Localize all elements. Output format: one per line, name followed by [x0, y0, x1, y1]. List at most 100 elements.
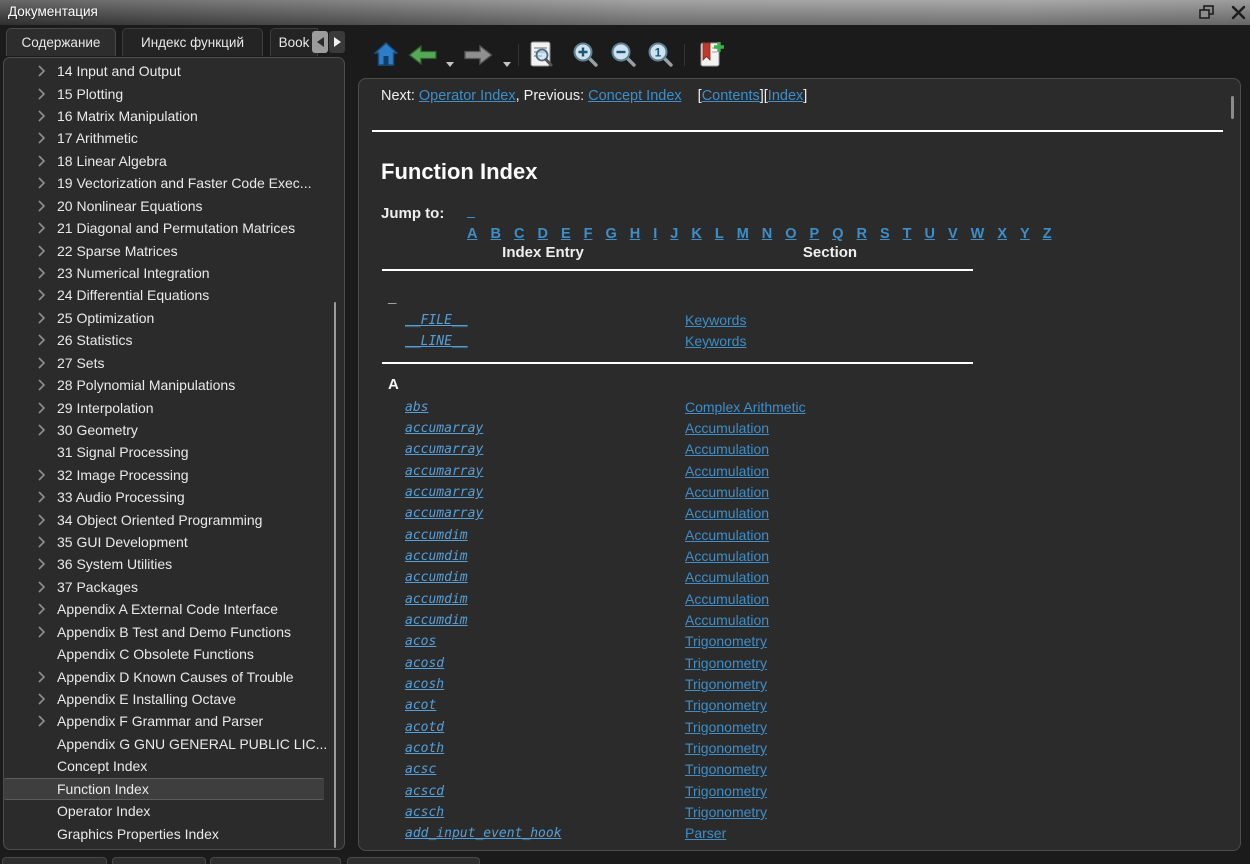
chevron-right-icon[interactable] — [37, 289, 53, 301]
zoom-original-icon[interactable]: 1 — [647, 41, 674, 73]
jump-letter-link[interactable]: X — [997, 226, 1007, 242]
chevron-right-icon[interactable] — [37, 88, 53, 100]
zoom-in-icon[interactable] — [572, 41, 599, 73]
nav-contents-link[interactable]: Contents — [702, 88, 760, 104]
sidebar-item[interactable]: Appendix C Obsolete Functions — [4, 643, 344, 665]
sidebar-item[interactable]: Appendix G GNU GENERAL PUBLIC LIC... — [4, 733, 344, 755]
section-link[interactable]: Parser — [685, 825, 726, 841]
function-link[interactable]: accumdim — [405, 592, 468, 607]
chevron-right-icon[interactable] — [37, 357, 53, 369]
section-link[interactable]: Trigonometry — [685, 697, 767, 713]
jump-letter-link[interactable]: I — [653, 226, 657, 242]
jump-letter-link[interactable]: S — [880, 226, 890, 242]
nav-next-link[interactable]: Operator Index — [419, 88, 516, 104]
chevron-right-icon[interactable] — [37, 715, 53, 727]
sidebar-item[interactable]: 22 Sparse Matrices — [4, 239, 344, 261]
function-link[interactable]: acosh — [405, 677, 444, 692]
jump-letter-link[interactable]: G — [605, 226, 616, 242]
function-link[interactable]: acot — [405, 698, 436, 713]
jump-letter-link[interactable]: H — [630, 226, 640, 242]
jump-letter-link[interactable]: Z — [1043, 226, 1052, 242]
chevron-right-icon[interactable] — [37, 379, 53, 391]
jump-letter-link[interactable]: Y — [1020, 226, 1030, 242]
forward-icon[interactable] — [463, 45, 493, 70]
sidebar-item[interactable]: 29 Interpolation — [4, 396, 344, 418]
function-link[interactable]: accumdim — [405, 528, 468, 543]
close-icon[interactable] — [1231, 5, 1247, 20]
section-link[interactable]: Keywords — [685, 333, 746, 349]
sidebar-item[interactable]: Appendix B Test and Demo Functions — [4, 621, 344, 643]
sidebar-item[interactable]: Graphics Properties Index — [4, 822, 344, 844]
sidebar-item[interactable]: Operator Index — [4, 800, 344, 822]
function-link[interactable]: acsc — [405, 762, 436, 777]
sidebar-item[interactable]: 37 Packages — [4, 576, 344, 598]
sidebar-item[interactable]: Appendix F Grammar and Parser — [4, 710, 344, 732]
chevron-right-icon[interactable] — [37, 469, 53, 481]
search-page-icon[interactable] — [528, 40, 554, 73]
chevron-right-icon[interactable] — [37, 200, 53, 212]
zoom-out-icon[interactable] — [610, 41, 637, 73]
jump-letter-link[interactable]: T — [903, 226, 912, 242]
chevron-right-icon[interactable] — [37, 693, 53, 705]
jump-letter-link[interactable]: R — [857, 226, 867, 242]
back-history-dropdown-icon[interactable] — [446, 62, 454, 67]
section-link[interactable]: Trigonometry — [685, 783, 767, 799]
sidebar-item[interactable]: 15 Plotting — [4, 82, 344, 104]
chevron-right-icon[interactable] — [37, 312, 53, 324]
nav-index-link[interactable]: Index — [768, 88, 803, 104]
function-link[interactable]: __LINE__ — [405, 334, 468, 349]
chevron-right-icon[interactable] — [37, 334, 53, 346]
home-icon[interactable] — [374, 41, 398, 72]
sidebar-item[interactable]: 28 Polynomial Manipulations — [4, 374, 344, 396]
function-link[interactable]: acos — [405, 634, 436, 649]
sidebar-item[interactable]: 36 System Utilities — [4, 553, 344, 575]
chevron-right-icon[interactable] — [37, 491, 53, 503]
section-link[interactable]: Accumulation — [685, 463, 769, 479]
tab-bookmarks[interactable]: Book — [270, 28, 318, 56]
section-link[interactable]: Accumulation — [685, 441, 769, 457]
section-link[interactable]: Complex Arithmetic — [685, 399, 806, 415]
section-link[interactable]: Accumulation — [685, 505, 769, 521]
function-link[interactable]: acotd — [405, 720, 444, 735]
bookmark-add-icon[interactable] — [698, 40, 726, 73]
chevron-right-icon[interactable] — [37, 222, 53, 234]
jump-letter-link[interactable]: Q — [832, 226, 843, 242]
chevron-right-icon[interactable] — [37, 65, 53, 77]
section-link[interactable]: Trigonometry — [685, 633, 767, 649]
function-link[interactable]: accumdim — [405, 570, 468, 585]
jump-letter-link[interactable]: J — [670, 226, 678, 242]
sidebar-item[interactable]: Function Index — [4, 778, 324, 800]
section-link[interactable]: Trigonometry — [685, 740, 767, 756]
section-link[interactable]: Trigonometry — [685, 804, 767, 820]
chevron-right-icon[interactable] — [37, 402, 53, 414]
section-link[interactable]: Accumulation — [685, 420, 769, 436]
function-link[interactable]: add_input_event_hook — [405, 826, 562, 841]
content-scrollbar[interactable] — [1231, 96, 1234, 119]
section-link[interactable]: Keywords — [685, 312, 746, 328]
nav-prev-link[interactable]: Concept Index — [588, 88, 682, 104]
function-link[interactable]: accumdim — [405, 613, 468, 628]
jump-letter-link[interactable]: V — [948, 226, 958, 242]
function-link[interactable]: accumarray — [405, 485, 483, 500]
function-link[interactable]: acscd — [405, 784, 444, 799]
jump-underscore-link[interactable]: _ — [467, 203, 475, 219]
function-link[interactable]: accumarray — [405, 506, 483, 521]
sidebar-item[interactable]: 23 Numerical Integration — [4, 262, 344, 284]
function-link[interactable]: accumarray — [405, 464, 483, 479]
section-link[interactable]: Trigonometry — [685, 719, 767, 735]
chevron-right-icon[interactable] — [37, 671, 53, 683]
restore-window-icon[interactable] — [1199, 5, 1215, 20]
sidebar-item[interactable]: 27 Sets — [4, 351, 344, 373]
jump-letter-link[interactable]: K — [691, 226, 701, 242]
jump-letter-link[interactable]: E — [561, 226, 571, 242]
jump-letter-link[interactable]: F — [584, 226, 593, 242]
chevron-right-icon[interactable] — [37, 267, 53, 279]
sidebar-item[interactable]: 20 Nonlinear Equations — [4, 195, 344, 217]
section-link[interactable]: Trigonometry — [685, 676, 767, 692]
sidebar-item[interactable]: Appendix E Installing Octave — [4, 688, 344, 710]
function-link[interactable]: __FILE__ — [405, 313, 468, 328]
sidebar-item[interactable]: 31 Signal Processing — [4, 441, 344, 463]
sidebar-item[interactable]: 25 Optimization — [4, 307, 344, 329]
jump-letter-link[interactable]: N — [762, 226, 772, 242]
tab-function-index[interactable]: Индекс функций — [122, 28, 263, 56]
